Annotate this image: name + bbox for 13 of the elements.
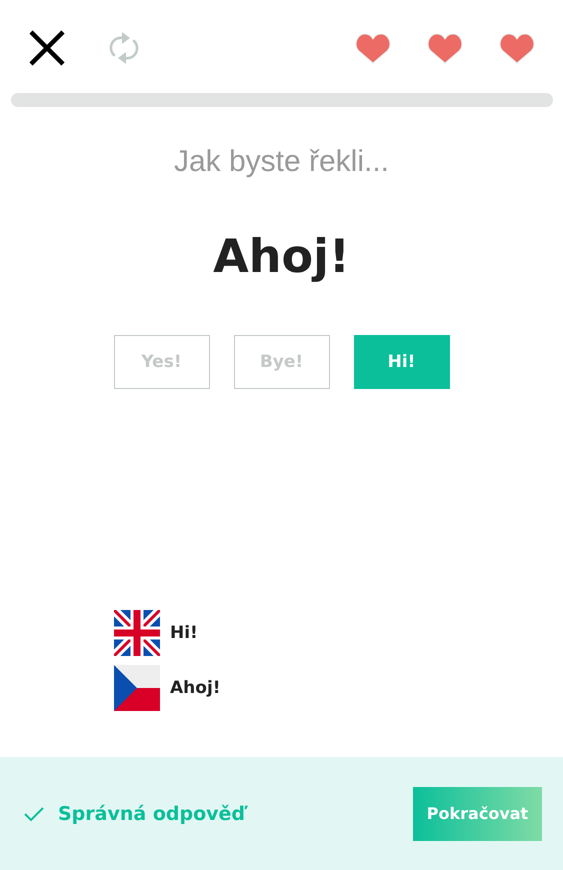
check-icon: [24, 806, 44, 822]
feedback-message: Správná odpověď: [58, 802, 246, 824]
prompt-text: Jak byste řekli...: [172, 145, 390, 179]
continue-button[interactable]: Pokračovat: [413, 786, 542, 840]
union-jack-flag-icon: [114, 610, 160, 656]
close-icon[interactable]: [29, 30, 65, 66]
czech-flag-icon: [114, 665, 160, 711]
translation-text: Ahoj!: [170, 678, 221, 698]
answer-option[interactable]: Bye!: [234, 335, 330, 389]
translation-text: Hi!: [170, 623, 198, 643]
answer-option[interactable]: Hi!: [354, 335, 450, 389]
phrase-text: Ahoj!: [212, 229, 351, 283]
answer-option[interactable]: Yes!: [114, 335, 210, 389]
